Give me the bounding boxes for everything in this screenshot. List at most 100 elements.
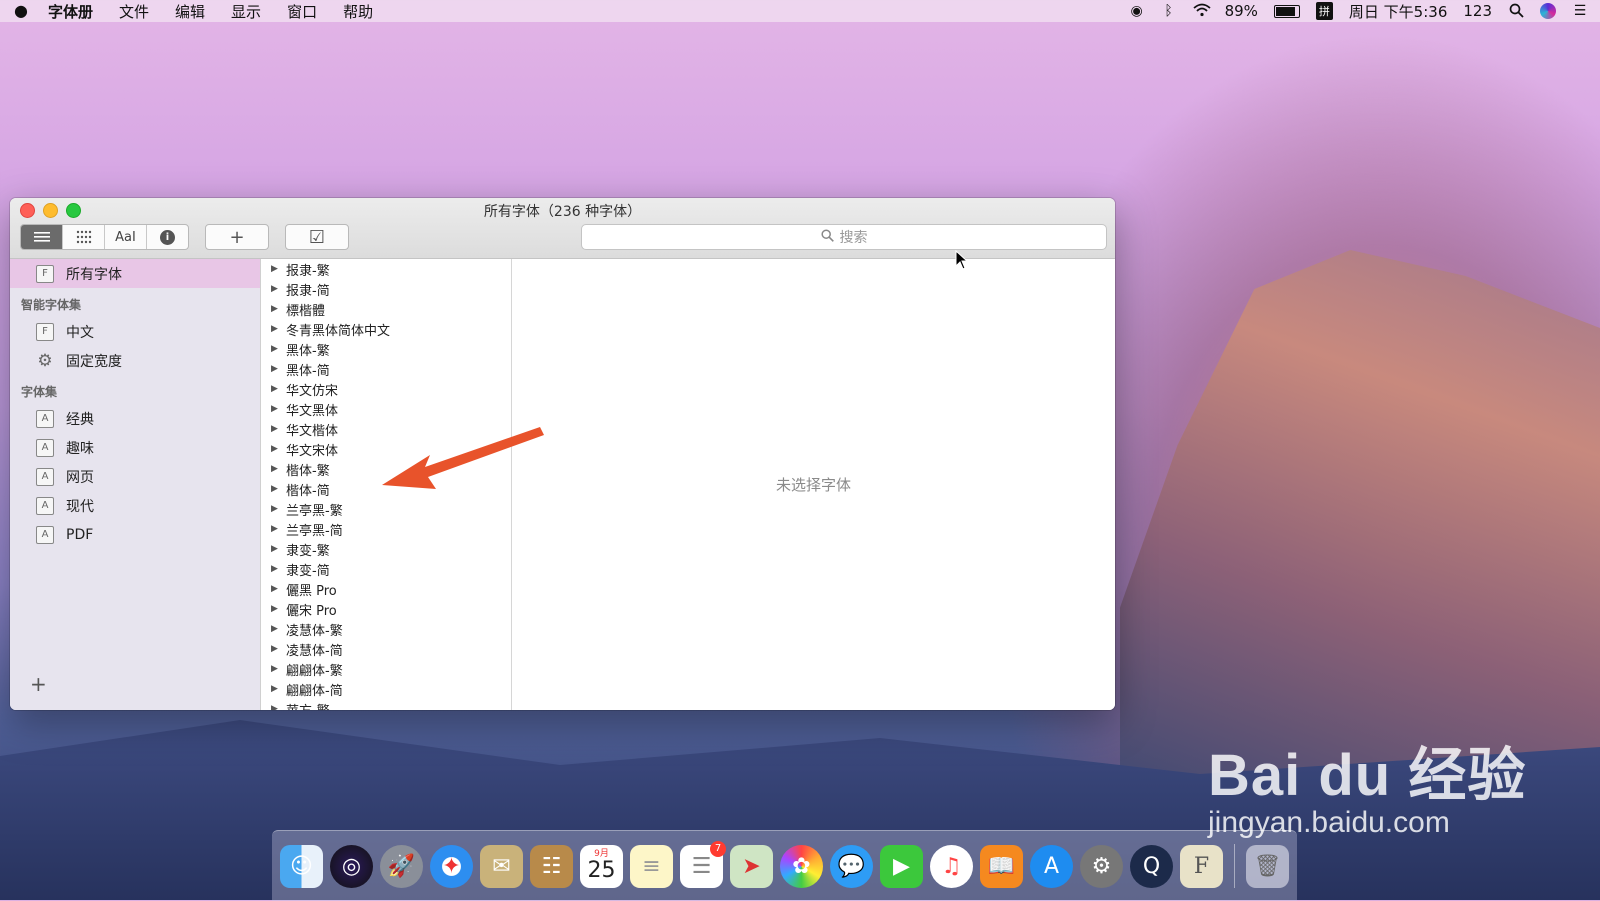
dock-reminders-icon[interactable]: ☰ 7 [680, 840, 726, 888]
disclosure-triangle-icon[interactable]: ▶ [271, 684, 286, 694]
menu-edit[interactable]: 编辑 [175, 1, 205, 22]
menu-app-name[interactable]: 字体册 [48, 1, 93, 22]
disclosure-triangle-icon[interactable]: ▶ [271, 424, 286, 434]
disclosure-triangle-icon[interactable]: ▶ [271, 704, 286, 710]
disclosure-triangle-icon[interactable]: ▶ [271, 544, 286, 554]
disclosure-triangle-icon[interactable]: ▶ [271, 344, 286, 354]
disclosure-triangle-icon[interactable]: ▶ [271, 664, 286, 674]
search-field[interactable]: 搜索 [581, 224, 1107, 250]
font-family-row[interactable]: ▶ 华文黑体 [261, 399, 511, 419]
menu-view[interactable]: 显示 [231, 1, 261, 22]
bluetooth-icon[interactable]: ᛒ [1161, 3, 1177, 19]
disclosure-triangle-icon[interactable]: ▶ [271, 644, 286, 654]
font-family-row[interactable]: ▶ 报隶-简 [261, 279, 511, 299]
input-method-icon[interactable]: 拼 [1315, 2, 1333, 20]
font-family-row[interactable]: ▶ 翩翩体-繁 [261, 659, 511, 679]
sidebar-item-all-fonts[interactable]: F 所有字体 [10, 259, 260, 288]
add-collection-button[interactable]: + [30, 672, 47, 696]
dock-launchpad-icon[interactable]: 🚀 [380, 844, 423, 888]
info-view-button[interactable]: i [147, 225, 188, 249]
menu-file[interactable]: 文件 [119, 1, 149, 22]
grid-view-button[interactable] [63, 225, 105, 249]
sidebar-item-classic[interactable]: A 经典 [10, 404, 260, 433]
disclosure-triangle-icon[interactable]: ▶ [271, 624, 286, 634]
font-family-row[interactable]: ▶ 翩翩体-简 [261, 679, 511, 699]
font-family-row[interactable]: ▶ 隶变-简 [261, 559, 511, 579]
dock-itunes-icon[interactable]: ♫ [930, 844, 973, 888]
sidebar-item-fixed-width[interactable]: ⚙ 固定宽度 [10, 346, 260, 375]
font-family-row[interactable]: ▶ 报隶-繁 [261, 259, 511, 279]
sample-view-button[interactable]: AaI [105, 225, 147, 249]
disclosure-triangle-icon[interactable]: ▶ [271, 384, 286, 394]
font-family-row[interactable]: ▶ 儷黑 Pro [261, 579, 511, 599]
sidebar-item-pdf[interactable]: A PDF [10, 520, 260, 549]
battery-percent: 89% [1224, 2, 1258, 20]
screen-record-icon[interactable]: ◉ [1129, 3, 1145, 19]
sidebar-item-label: 现代 [66, 498, 94, 515]
validate-font-button[interactable]: ☑ [285, 224, 349, 250]
font-family-row[interactable]: ▶ 黑体-简 [261, 359, 511, 379]
font-family-row[interactable]: ▶ 兰亭黑-繁 [261, 499, 511, 519]
dock-maps-icon[interactable]: ➤ [730, 844, 773, 888]
font-family-row[interactable]: ▶ 隶变-繁 [261, 539, 511, 559]
font-family-row[interactable]: ▶ 凌慧体-繁 [261, 619, 511, 639]
font-family-name: 苹方-繁 [286, 700, 330, 711]
dock-calendar-icon[interactable]: 9月 25 [580, 844, 623, 888]
dock-contacts-icon[interactable]: ☷ [530, 844, 573, 888]
dock-mail-icon[interactable]: ✉ [480, 844, 523, 888]
disclosure-triangle-icon[interactable]: ▶ [271, 484, 286, 494]
disclosure-triangle-icon[interactable]: ▶ [271, 564, 286, 574]
sidebar-item-modern[interactable]: A 现代 [10, 491, 260, 520]
disclosure-triangle-icon[interactable]: ▶ [271, 404, 286, 414]
disclosure-triangle-icon[interactable]: ▶ [271, 604, 286, 614]
sidebar-item-web[interactable]: A 网页 [10, 462, 260, 491]
dock-facetime-icon[interactable]: ▶ [880, 844, 923, 888]
list-view-button[interactable] [21, 225, 63, 249]
disclosure-triangle-icon[interactable]: ▶ [271, 504, 286, 514]
font-family-row[interactable]: ▶ 標楷體 [261, 299, 511, 319]
dock-quicktime-icon[interactable]: Q [1130, 844, 1173, 888]
disclosure-triangle-icon[interactable]: ▶ [271, 584, 286, 594]
font-family-row[interactable]: ▶ 华文仿宋 [261, 379, 511, 399]
dock-ibooks-icon[interactable]: 📖 [980, 844, 1023, 888]
font-family-row[interactable]: ▶ 儷宋 Pro [261, 599, 511, 619]
siri-icon[interactable] [1540, 3, 1556, 19]
font-family-row[interactable]: ▶ 冬青黑体简体中文 [261, 319, 511, 339]
battery-icon[interactable] [1273, 4, 1300, 18]
disclosure-triangle-icon[interactable]: ▶ [271, 264, 286, 274]
font-family-row[interactable]: ▶ 凌慧体-简 [261, 639, 511, 659]
add-font-button[interactable]: + [205, 224, 269, 250]
clock[interactable]: 周日 下午5:36 [1349, 1, 1447, 22]
font-family-row[interactable]: ▶ 黑体-繁 [261, 339, 511, 359]
font-family-row[interactable]: ▶苹方-繁 [261, 699, 511, 711]
dock-font-book-icon[interactable]: F [1180, 844, 1223, 888]
dock-trash-icon[interactable]: 🗑 [1246, 844, 1289, 888]
disclosure-triangle-icon[interactable]: ▶ [271, 464, 286, 474]
disclosure-triangle-icon[interactable]: ▶ [271, 304, 286, 314]
disclosure-triangle-icon[interactable]: ▶ [271, 284, 286, 294]
dock-app-store-icon[interactable]: A [1030, 844, 1073, 888]
sidebar-item-chinese[interactable]: F 中文 [10, 317, 260, 346]
dock-messages-icon[interactable]: 💬 [830, 844, 873, 888]
dock-notes-icon[interactable]: ≡ [630, 844, 673, 888]
notification-center-icon[interactable]: ☰ [1572, 3, 1588, 19]
apple-menu-icon[interactable]: ● [12, 2, 30, 20]
menu-window[interactable]: 窗口 [287, 1, 317, 22]
dock-photos-icon[interactable]: ✿ [780, 844, 823, 888]
disclosure-triangle-icon[interactable]: ▶ [271, 444, 286, 454]
disclosure-triangle-icon[interactable]: ▶ [271, 324, 286, 334]
font-family-row[interactable]: ▶ 兰亭黑-简 [261, 519, 511, 539]
dock-finder-icon[interactable]: ☺ [280, 844, 323, 888]
dock-system-preferences-icon[interactable]: ⚙ [1080, 844, 1123, 888]
window-title: 所有字体（236 种字体） [483, 204, 642, 220]
toolbar: AaI i + ☑ [20, 224, 349, 250]
dock-safari-icon[interactable]: ✦ [430, 844, 473, 888]
menu-help[interactable]: 帮助 [343, 1, 373, 22]
wifi-icon[interactable] [1192, 3, 1211, 19]
sidebar-item-fun[interactable]: A 趣味 [10, 433, 260, 462]
user-name[interactable]: 123 [1463, 2, 1492, 20]
disclosure-triangle-icon[interactable]: ▶ [271, 524, 286, 534]
disclosure-triangle-icon[interactable]: ▶ [271, 364, 286, 374]
spotlight-search-icon[interactable] [1508, 3, 1524, 19]
dock-siri-icon[interactable]: ◎ [330, 844, 373, 888]
